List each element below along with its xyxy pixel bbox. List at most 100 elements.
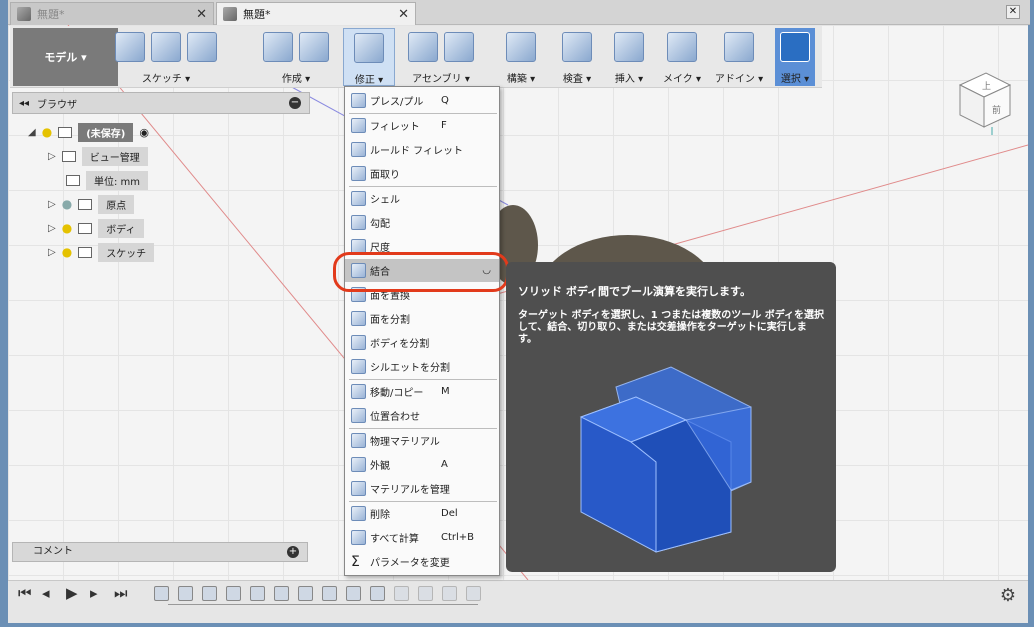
document-tab-2[interactable]: 無題* ✕ — [216, 2, 416, 25]
insert-group[interactable]: 挿入 ▾ — [602, 28, 656, 86]
assembly-group[interactable]: アセンブリ ▾ — [402, 28, 480, 86]
menu-item-press-pull[interactable]: プレス/プル Q — [345, 89, 499, 112]
timeline-feature-item[interactable] — [418, 586, 433, 601]
browser-title: ブラウザ — [37, 99, 78, 111]
menu-item-split-body[interactable]: ボディを分割 — [345, 331, 499, 354]
timeline-feature-item[interactable] — [226, 586, 241, 601]
align-icon — [351, 408, 366, 423]
collapse-icon[interactable]: ◂◂ — [19, 98, 29, 109]
units-icon — [66, 174, 80, 186]
activate-radio-icon[interactable]: ◉ — [139, 126, 149, 139]
menu-item-draft[interactable]: 勾配 — [345, 211, 499, 234]
menu-item-rule-fillet[interactable]: ルールド フィレット — [345, 138, 499, 161]
menu-item-delete[interactable]: 削除 Del — [345, 502, 499, 525]
tree-label: (未保存) — [78, 122, 134, 142]
tree-item-bodies[interactable]: ▷ ● ボディ — [48, 218, 348, 238]
gear-icon[interactable]: ⚙ — [1000, 585, 1016, 606]
tree-item-units[interactable]: 単位: mm — [66, 170, 366, 190]
window-close-icon[interactable]: ✕ — [1006, 5, 1020, 19]
expand-icon[interactable]: ▷ — [48, 223, 56, 234]
tooltip: ソリッド ボディ間でブール演算を実行します。 ターゲット ボディを選択し、1 つ… — [506, 262, 836, 572]
timeline-feature-item[interactable] — [370, 586, 385, 601]
form-icon[interactable] — [299, 32, 329, 62]
menu-label: 面を分割 — [370, 315, 410, 326]
viewcube[interactable]: 上 前 — [952, 65, 1016, 137]
sketch-group[interactable]: スケッチ ▾ — [115, 28, 217, 86]
menu-item-change-parameters[interactable]: Σ パラメータを変更 — [345, 550, 499, 573]
go-to-end-icon[interactable]: ⏭ — [114, 584, 128, 602]
timeline-feature-item[interactable] — [178, 586, 193, 601]
expand-icon[interactable]: ▷ — [48, 199, 56, 210]
joint-icon[interactable] — [444, 32, 474, 62]
inspect-group[interactable]: 検査 ▾ — [550, 28, 604, 86]
fillet-icon — [351, 118, 366, 133]
play-icon[interactable]: ▶ — [66, 584, 78, 602]
step-back-icon[interactable]: ◂ — [42, 584, 50, 602]
select-group[interactable]: 選択 ▾ — [775, 28, 815, 86]
menu-item-align[interactable]: 位置合わせ — [345, 404, 499, 427]
menu-item-chamfer[interactable]: 面取り — [345, 162, 499, 185]
3d-print-icon[interactable] — [667, 32, 697, 62]
go-to-start-icon[interactable]: ⏮ — [18, 584, 32, 602]
document-tab-1[interactable]: 無題* ✕ — [10, 2, 214, 25]
menu-item-silhouette-split[interactable]: シルエットを分割 — [345, 355, 499, 378]
create-group[interactable]: 作成 ▾ — [255, 28, 337, 86]
close-icon[interactable]: ✕ — [398, 7, 409, 22]
construct-group[interactable]: 構築 ▾ — [494, 28, 548, 86]
tree-item-view[interactable]: ▷ ビュー管理 — [48, 146, 348, 166]
measure-icon[interactable] — [562, 32, 592, 62]
tree-item-sketches[interactable]: ▷ ● スケッチ — [48, 242, 348, 262]
spline-icon[interactable] — [151, 32, 181, 62]
step-forward-icon[interactable]: ▸ — [90, 584, 98, 602]
menu-item-compute-all[interactable]: すべて計算 Ctrl+B — [345, 526, 499, 549]
tree-item-origin[interactable]: ▷ ● 原点 — [48, 194, 348, 214]
new-component-icon[interactable] — [408, 32, 438, 62]
sketch-icon[interactable] — [115, 32, 145, 62]
plane-icon[interactable] — [506, 32, 536, 62]
timeline-feature-item[interactable] — [298, 586, 313, 601]
rectangle-icon[interactable] — [187, 32, 217, 62]
visibility-bulb-icon[interactable]: ● — [62, 221, 72, 235]
add-comment-icon[interactable]: + — [287, 546, 299, 558]
timeline-feature-item[interactable] — [322, 586, 337, 601]
press-pull-icon[interactable] — [354, 33, 384, 63]
menu-item-fillet[interactable]: フィレット F — [345, 114, 499, 137]
timeline-feature-item[interactable] — [442, 586, 457, 601]
extrude-icon[interactable] — [263, 32, 293, 62]
timeline-feature-item[interactable] — [346, 586, 361, 601]
timeline-sketch-item[interactable] — [154, 586, 169, 601]
timeline-feature-item[interactable] — [250, 586, 265, 601]
menu-item-physical-material[interactable]: 物理マテリアル — [345, 429, 499, 452]
comment-panel[interactable]: コメント + — [12, 542, 308, 562]
image-icon[interactable] — [614, 32, 644, 62]
menu-item-appearance[interactable]: 外観 A — [345, 453, 499, 476]
timeline-feature-item[interactable] — [274, 586, 289, 601]
menu-item-manage-materials[interactable]: マテリアルを管理 — [345, 477, 499, 500]
split-body-icon — [351, 335, 366, 350]
menu-item-shell[interactable]: シェル — [345, 187, 499, 210]
addins-group[interactable]: アドイン ▾ — [710, 28, 768, 86]
tree-root[interactable]: ◢ ● (未保存) ◉ — [28, 122, 328, 142]
expand-icon[interactable]: ▷ — [48, 247, 56, 258]
visibility-bulb-icon[interactable]: ● — [62, 245, 72, 259]
modify-group[interactable]: 修正 ▾ — [343, 28, 395, 86]
close-icon[interactable]: ✕ — [196, 7, 207, 22]
expand-icon[interactable]: ▷ — [48, 151, 56, 162]
select-icon[interactable] — [780, 32, 810, 62]
menu-label: すべて計算 — [370, 534, 419, 545]
visibility-bulb-icon[interactable]: ● — [62, 197, 72, 211]
visibility-bulb-icon[interactable]: ● — [42, 125, 52, 139]
minimize-icon[interactable]: − — [289, 97, 301, 109]
expand-icon[interactable]: ◢ — [28, 127, 36, 138]
browser-panel-header[interactable]: ◂◂ ブラウザ − — [12, 92, 310, 114]
menu-item-split-face[interactable]: 面を分割 — [345, 307, 499, 330]
timeline-feature-item[interactable] — [394, 586, 409, 601]
timeline-feature-item[interactable] — [466, 586, 481, 601]
menu-item-move-copy[interactable]: 移動/コピー M — [345, 380, 499, 403]
component-icon — [58, 126, 73, 138]
make-group[interactable]: メイク ▾ — [655, 28, 709, 86]
script-icon[interactable] — [724, 32, 754, 62]
workspace-switcher[interactable]: モデル ▾ — [13, 28, 118, 86]
timeline-feature-item[interactable] — [202, 586, 217, 601]
timeline-track[interactable] — [168, 604, 478, 607]
